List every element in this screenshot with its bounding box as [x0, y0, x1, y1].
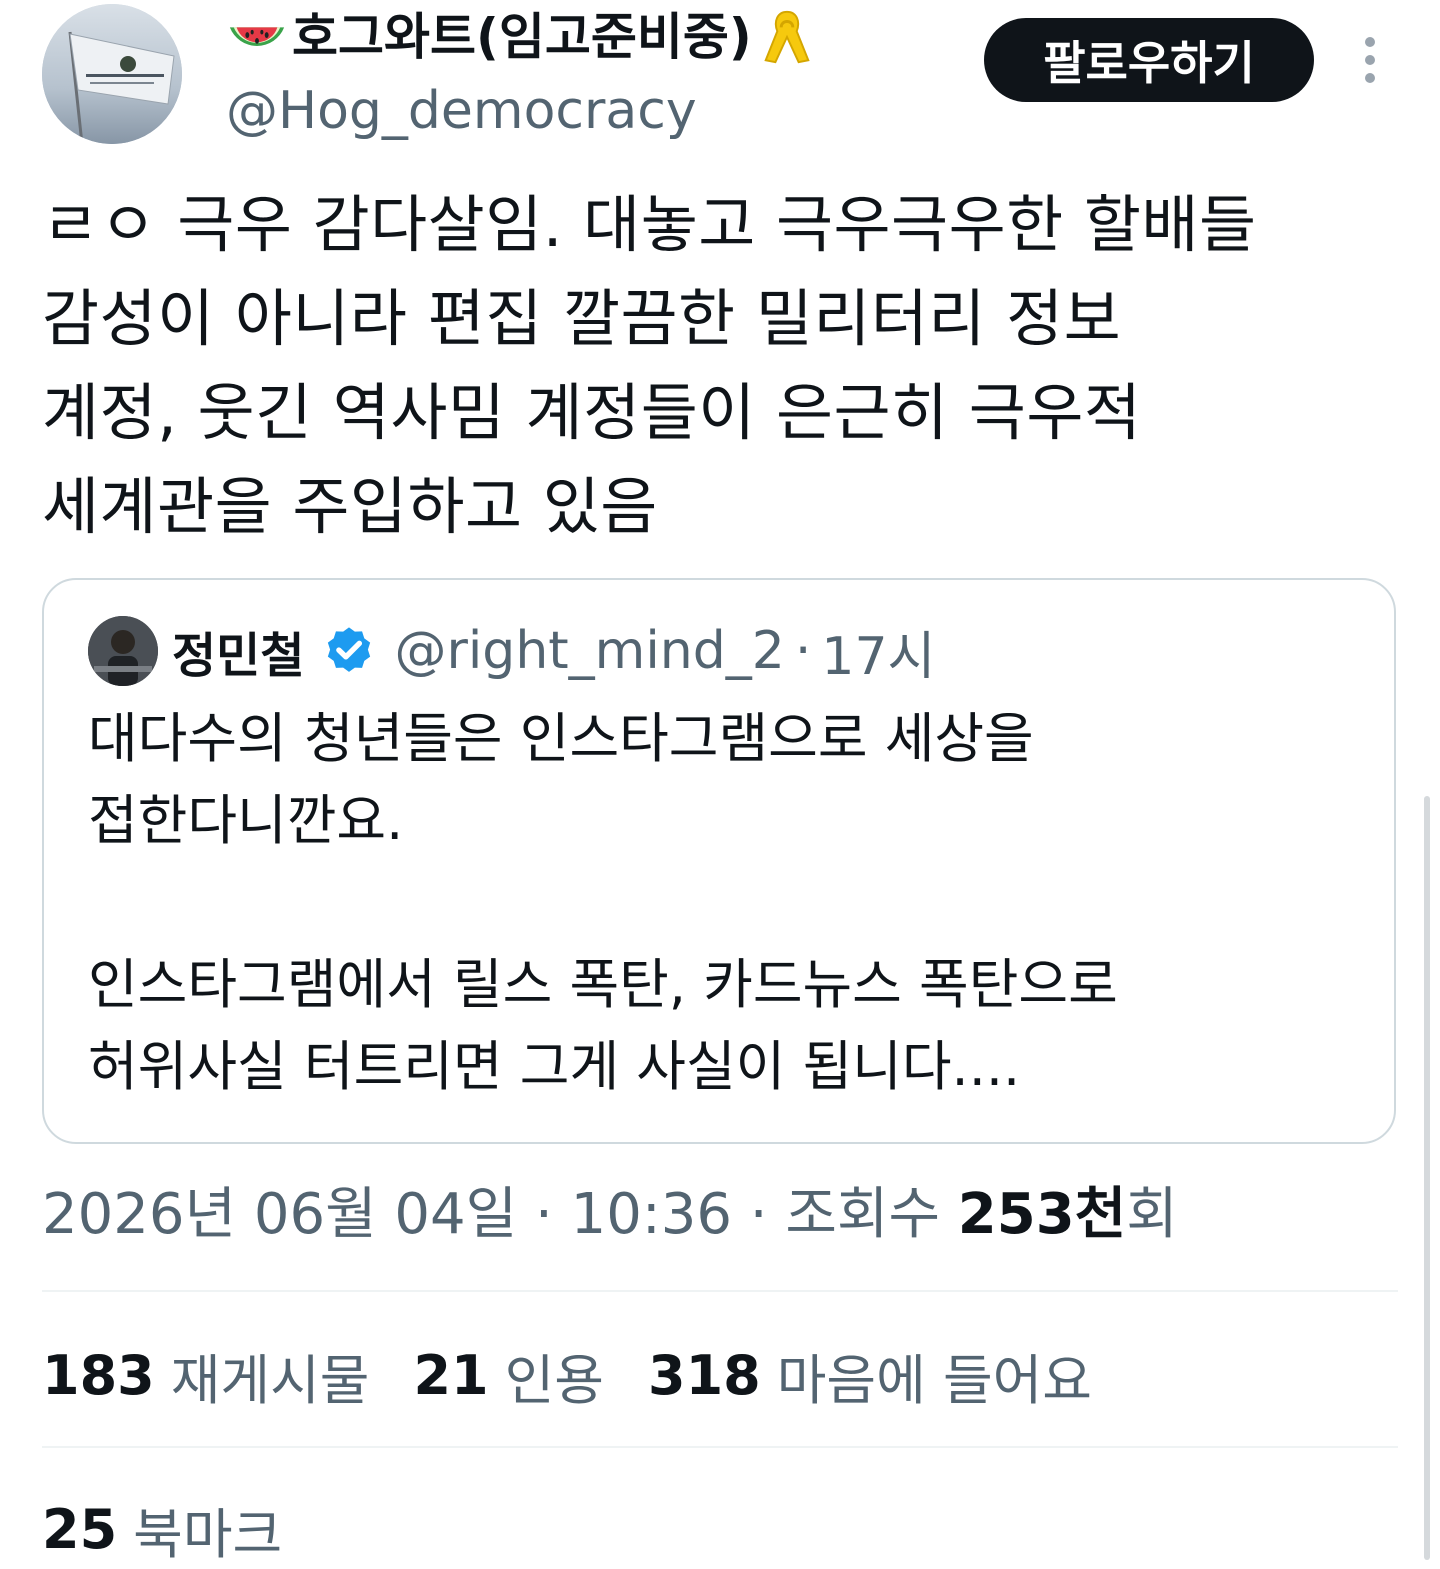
- bookmarks-count: 25: [42, 1497, 118, 1561]
- quoted-tweet-card[interactable]: 정민철 @right_mind_2 · 17시 대다수의 청년들은 인스타그램으…: [42, 578, 1396, 1144]
- retweets-stat[interactable]: 183 재게시물: [42, 1336, 369, 1415]
- likes-stat[interactable]: 318 마음에 들어요: [648, 1336, 1092, 1415]
- author-display-name: 호그와트(임고준비중): [292, 8, 752, 66]
- author-handle[interactable]: @Hog_democracy: [226, 78, 697, 144]
- quote-separator: ·: [794, 621, 812, 681]
- quote-header: 정민철 @right_mind_2 · 17시: [172, 614, 935, 689]
- bookmarks-stat[interactable]: 25 북마크: [42, 1494, 282, 1566]
- quotes-label: 인용: [504, 1348, 604, 1412]
- meta-separator: ·: [732, 1182, 786, 1247]
- divider: [42, 1446, 1398, 1448]
- meta-separator: ·: [517, 1182, 571, 1247]
- author-avatar[interactable]: [42, 4, 182, 144]
- more-vertical-icon[interactable]: [1348, 30, 1392, 90]
- views-count: 253천: [957, 1182, 1127, 1247]
- quote-text: 대다수의 청년들은 인스타그램으로 세상을 접한다니깐요. 인스타그램에서 릴스…: [88, 707, 1118, 1098]
- tweet-date[interactable]: 2026년 06월 04일: [42, 1182, 517, 1247]
- likes-count: 318: [648, 1343, 761, 1407]
- engagement-stats: 183 재게시물 21 인용 318 마음에 들어요: [42, 1340, 1136, 1412]
- quote-author-handle[interactable]: @right_mind_2: [394, 621, 784, 681]
- follow-button[interactable]: 팔로우하기: [984, 18, 1314, 102]
- flag-avatar-image: [42, 4, 182, 144]
- quote-timestamp[interactable]: 17시: [821, 614, 935, 689]
- divider: [42, 1290, 1398, 1292]
- bookmarks-label: 북마크: [133, 1502, 283, 1566]
- retweets-label: 재게시물: [170, 1348, 370, 1412]
- quote-author-name[interactable]: 정민철: [172, 616, 304, 686]
- yellow-ribbon-icon: [756, 6, 818, 68]
- verified-badge-icon: [322, 624, 376, 678]
- quotes-count: 21: [413, 1343, 489, 1407]
- tweet-meta: 2026년 06월 04일 · 10:36 · 조회수 253천회: [42, 1180, 1178, 1250]
- tweet-text: ㄹㅇ 극우 감다살임. 대놓고 극우극우한 할배들 감성이 아니라 편집 깔끔한…: [42, 188, 1257, 543]
- likes-label: 마음에 들어요: [776, 1348, 1092, 1412]
- views-suffix: 회: [1126, 1182, 1178, 1247]
- tweet-time[interactable]: 10:36: [571, 1182, 732, 1247]
- scrollbar[interactable]: [1424, 796, 1430, 1560]
- quotes-stat[interactable]: 21 인용: [413, 1336, 604, 1415]
- views-label: 조회수: [785, 1182, 958, 1247]
- author-name-row[interactable]: 호그와트(임고준비중): [226, 4, 818, 70]
- quote-author-avatar[interactable]: [88, 616, 158, 686]
- retweets-count: 183: [42, 1343, 155, 1407]
- watermelon-icon: [226, 6, 288, 68]
